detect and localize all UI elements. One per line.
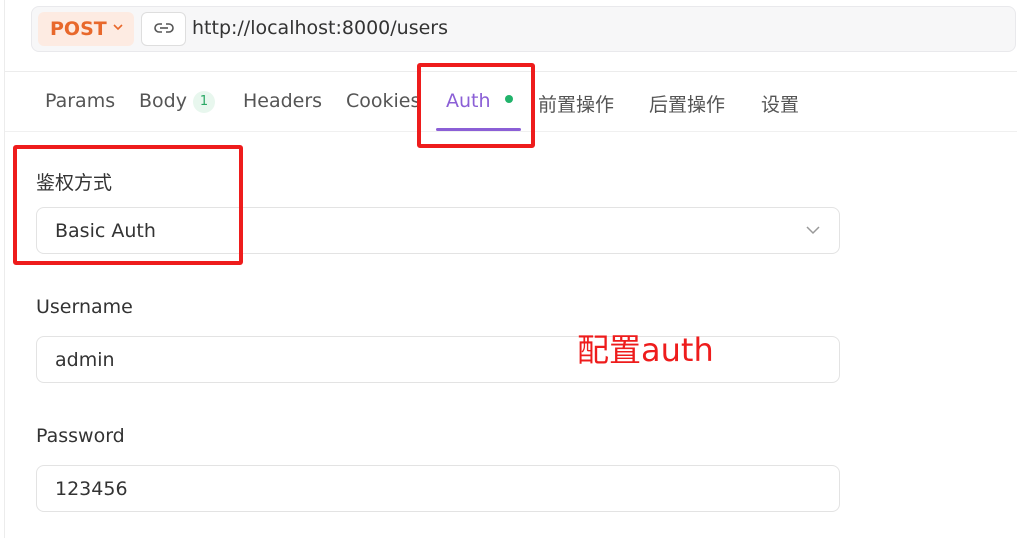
username-label: Username bbox=[36, 296, 133, 318]
tab-body[interactable]: Body 1 bbox=[139, 90, 215, 113]
method-label: POST bbox=[50, 18, 107, 40]
annotation-box-auth-method bbox=[13, 145, 243, 265]
password-value: 123456 bbox=[55, 478, 128, 500]
tab-body-label: Body bbox=[139, 90, 187, 112]
chevron-down-icon bbox=[112, 21, 124, 36]
link-icon bbox=[153, 20, 174, 39]
link-button[interactable] bbox=[141, 12, 186, 46]
method-select[interactable]: POST bbox=[38, 12, 134, 46]
password-label: Password bbox=[36, 425, 125, 447]
tab-headers[interactable]: Headers bbox=[243, 90, 322, 112]
tab-settings[interactable]: 设置 bbox=[761, 90, 799, 117]
url-input[interactable]: http://localhost:8000/users bbox=[192, 17, 448, 39]
username-field[interactable]: admin bbox=[36, 336, 840, 383]
url-bar: POST http://localhost:8000/users bbox=[31, 6, 1016, 52]
password-field[interactable]: 123456 bbox=[36, 465, 840, 512]
username-value: admin bbox=[55, 349, 115, 371]
annotation-box-auth-tab bbox=[417, 63, 535, 148]
annotation-text: 配置auth bbox=[577, 331, 714, 369]
tab-cookies[interactable]: Cookies bbox=[346, 90, 420, 112]
tab-pre-operations[interactable]: 前置操作 bbox=[538, 90, 614, 117]
chevron-down-icon bbox=[805, 222, 821, 242]
request-editor: POST http://localhost:8000/users Params … bbox=[4, 0, 1017, 538]
tab-params[interactable]: Params bbox=[45, 90, 115, 112]
body-count-badge: 1 bbox=[192, 91, 215, 113]
tab-post-operations[interactable]: 后置操作 bbox=[649, 90, 725, 117]
